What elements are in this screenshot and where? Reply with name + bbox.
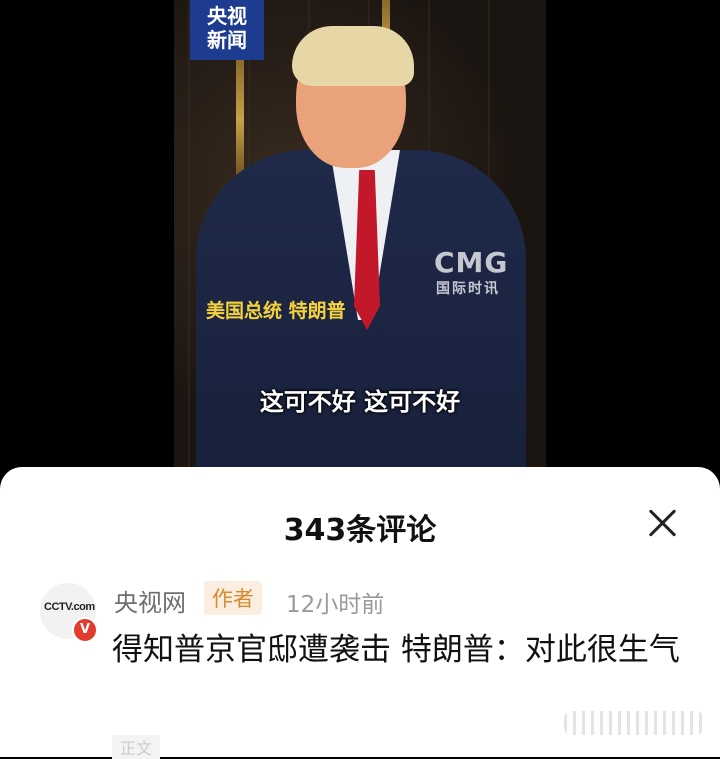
comment-author[interactable]: 央视网 <box>114 583 186 618</box>
comment-actions-placeholder <box>564 711 704 735</box>
comments-count-title: 343条评论 <box>283 513 437 548</box>
logo-line2: 新闻 <box>207 28 247 52</box>
avatar-logo-text: CCTV.com <box>44 601 95 613</box>
cctv-news-logo: 央视 新闻 <box>190 0 264 60</box>
name-caption: 美国总统 特朗普 <box>206 300 346 322</box>
comment-text[interactable]: 得知普京官邸遭袭击 特朗普：对此很生气 <box>112 625 682 675</box>
gate-bar <box>236 60 244 180</box>
close-icon[interactable] <box>642 503 682 543</box>
cmg-watermark: CMG <box>434 246 509 279</box>
video-subtitle: 这可不好 这可不好 <box>259 388 461 416</box>
comment-footer-peek: 正文 <box>112 735 161 759</box>
video-player[interactable]: 央视 新闻 CMG 国际时讯 美国总统 特朗普 这可不好 这可不好 <box>0 0 720 480</box>
verified-badge-icon: V <box>72 617 98 643</box>
cmg-watermark-sub: 国际时讯 <box>436 281 500 297</box>
comments-sheet: 343条评论 CCTV.com V 央视网 作者 12小时前 得知普京官邸遭袭击… <box>0 467 720 759</box>
logo-line1: 央视 <box>207 4 247 28</box>
comment-time: 12小时前 <box>286 592 385 618</box>
speaker-hair <box>292 26 414 86</box>
author-tag: 作者 <box>204 581 262 615</box>
